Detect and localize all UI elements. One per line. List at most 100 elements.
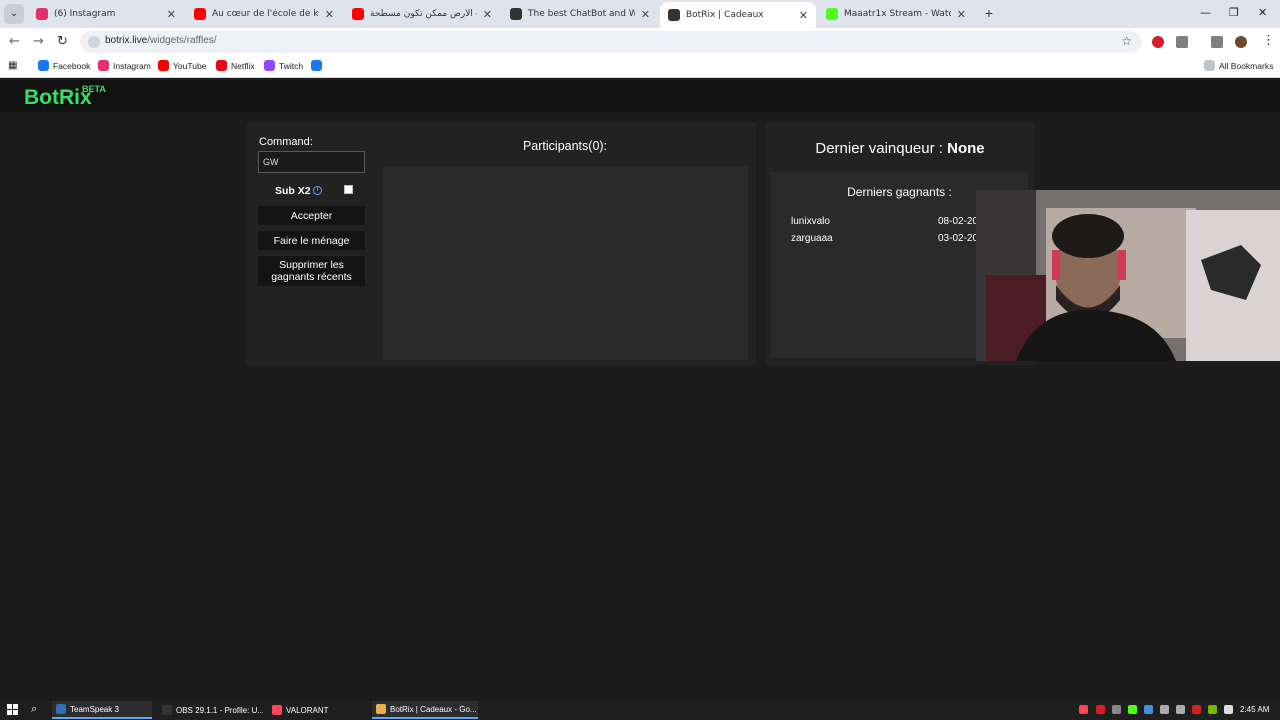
url-host: botrix.live [105,35,148,46]
taskbar-app[interactable]: OBS 29.1.1 - Profile: U... [158,701,263,719]
all-bookmarks[interactable]: All Bookmarks [1204,60,1273,71]
bookmarks-bar: ▦ Facebook Instagram YouTube Netflix Twitch … [0,56,1280,78]
winner-name: zarguaaa [791,233,833,244]
browser-tab[interactable]: (6) Instagram ✕ [28,2,184,26]
back-icon[interactable]: ← [9,34,20,49]
address-bar[interactable]: botrix.live/widgets/raffles/ ☆ [80,31,1142,53]
browser-tab[interactable]: Au cœur de l'école de kung-fu ✕ [186,2,342,26]
url-path: /widgets/raffles/ [147,35,217,46]
sub-x2-checkbox[interactable] [344,185,353,194]
taskbar-app-label: VALORANT [286,705,329,715]
delete-recent-winners-button[interactable]: Supprimer les gagnants récents [258,256,365,286]
browser-tab[interactable]: Maaatr1x Stream - Watch Live ✕ [818,2,974,26]
taskbar-app-icon [56,704,66,714]
info-icon[interactable]: i [313,186,322,195]
all-bookmarks-label: All Bookmarks [1219,60,1274,71]
winner-date: 08-02-20 [938,216,979,227]
tab-close-icon[interactable]: ✕ [641,8,650,21]
winner-name: lunixvalo [791,216,830,227]
participants-title: Participants(0): [522,139,608,153]
bookmark-item[interactable]: Twitch [264,60,303,71]
tab-favicon-icon [194,8,206,20]
tab-close-icon[interactable]: ✕ [799,9,808,22]
menu-icon[interactable]: ⋮ [1262,33,1275,48]
browser-tab[interactable]: The best ChatBot and Widgets ✕ [502,2,658,26]
mic-icon[interactable] [1192,705,1201,714]
clock[interactable]: 2:45 AM [1240,705,1269,714]
bookmark-item[interactable]: YouTube [158,60,206,71]
bookmark-favicon-icon [216,60,227,71]
webcam-overlay [976,190,1280,361]
microphone-icon[interactable] [1224,705,1233,714]
bookmark-item[interactable] [311,60,326,71]
url-text: botrix.live/widgets/raffles/ [105,35,217,46]
command-label: Command: [259,136,313,148]
taskbar-app[interactable]: TeamSpeak 3 [52,701,152,719]
browser-tab[interactable]: الأرض ممكن تكون مسطحة - be ✕ [344,2,500,26]
last-winner-label: Dernier vainqueur : [815,140,943,157]
webcam-image [976,190,1280,361]
valorant-tray-icon[interactable] [1079,705,1088,714]
minimize-icon[interactable]: — [1200,6,1211,19]
taskbar-app-label: BotRix | Cadeaux - Go... [390,704,477,714]
last-winner: Dernier vainqueur : None [765,140,1035,157]
tab-favicon-icon [668,9,680,21]
taskbar-app-label: OBS 29.1.1 - Profile: U... [176,705,263,715]
network-icon[interactable] [1160,705,1169,714]
opera-extension-icon[interactable] [1152,36,1164,48]
tab-close-icon[interactable]: ✕ [167,8,176,21]
extensions-icon[interactable] [1176,36,1188,48]
tab-title: Au cœur de l'école de kung-fu [212,9,319,19]
apps-grid-icon[interactable]: ▦ [8,60,17,71]
restore-icon[interactable]: ❐ [1229,6,1239,19]
tray-icon[interactable] [1128,705,1137,714]
tab-favicon-icon [352,8,364,20]
taskbar-app[interactable]: BotRix | Cadeaux - Go... [372,701,478,719]
browser-tab[interactable]: BotRix | Cadeaux ✕ [660,2,816,28]
command-input[interactable] [258,151,365,173]
search-icon[interactable]: ⌕ [31,703,37,716]
tray-icon[interactable] [1144,705,1153,714]
folder-icon [1204,60,1215,71]
taskbar-app[interactable]: VALORANT [268,701,368,719]
taskbar-app-label: TeamSpeak 3 [70,704,119,714]
opera-tray-icon[interactable] [1096,705,1105,714]
site-info-icon[interactable] [88,36,100,48]
media-controls-icon[interactable] [1211,36,1223,48]
tab-title: (6) Instagram [54,9,116,19]
volume-icon[interactable] [1176,705,1185,714]
tab-title: The best ChatBot and Widgets [528,9,635,19]
tray-icon[interactable] [1112,705,1121,714]
last-winner-value: None [947,140,985,157]
bookmark-favicon-icon [264,60,275,71]
new-tab-icon[interactable]: + [980,4,998,22]
bookmark-label: Netflix [231,60,255,71]
accept-button[interactable]: Accepter [258,206,365,225]
bookmark-label: Instagram [113,60,151,71]
taskbar-app-icon [272,705,282,715]
bookmark-item[interactable]: Facebook [38,60,90,71]
tab-close-icon[interactable]: ✕ [325,8,334,21]
profile-avatar[interactable] [1235,36,1247,48]
bookmark-star-icon[interactable]: ☆ [1121,34,1132,48]
bookmark-favicon-icon [38,60,49,71]
forward-icon[interactable]: → [33,34,44,49]
close-window-icon[interactable]: ✕ [1258,6,1267,19]
tab-title: Maaatr1x Stream - Watch Live [844,9,951,19]
tab-search-icon[interactable]: ⌄ [4,4,24,24]
windows-start-icon[interactable] [7,704,18,715]
tab-close-icon[interactable]: ✕ [483,8,492,21]
windows-taskbar: ⌕ TeamSpeak 3 OBS 29.1.1 - Profile: U... V… [0,700,1280,720]
clear-button[interactable]: Faire le ménage [258,231,365,250]
bookmark-item[interactable]: Netflix [216,60,255,71]
bookmark-label: Facebook [53,60,91,71]
nvidia-icon[interactable] [1208,705,1217,714]
browser-toolbar: ← → ↻ botrix.live/widgets/raffles/ ☆ ⋮ [0,28,1280,56]
bookmark-label: Twitch [279,60,304,71]
participants-list [383,166,748,360]
tab-close-icon[interactable]: ✕ [957,8,966,21]
reload-icon[interactable]: ↻ [57,34,68,49]
bookmark-item[interactable]: Instagram [98,60,151,71]
tab-favicon-icon [826,8,838,20]
winner-date: 03-02-20 [938,233,979,244]
